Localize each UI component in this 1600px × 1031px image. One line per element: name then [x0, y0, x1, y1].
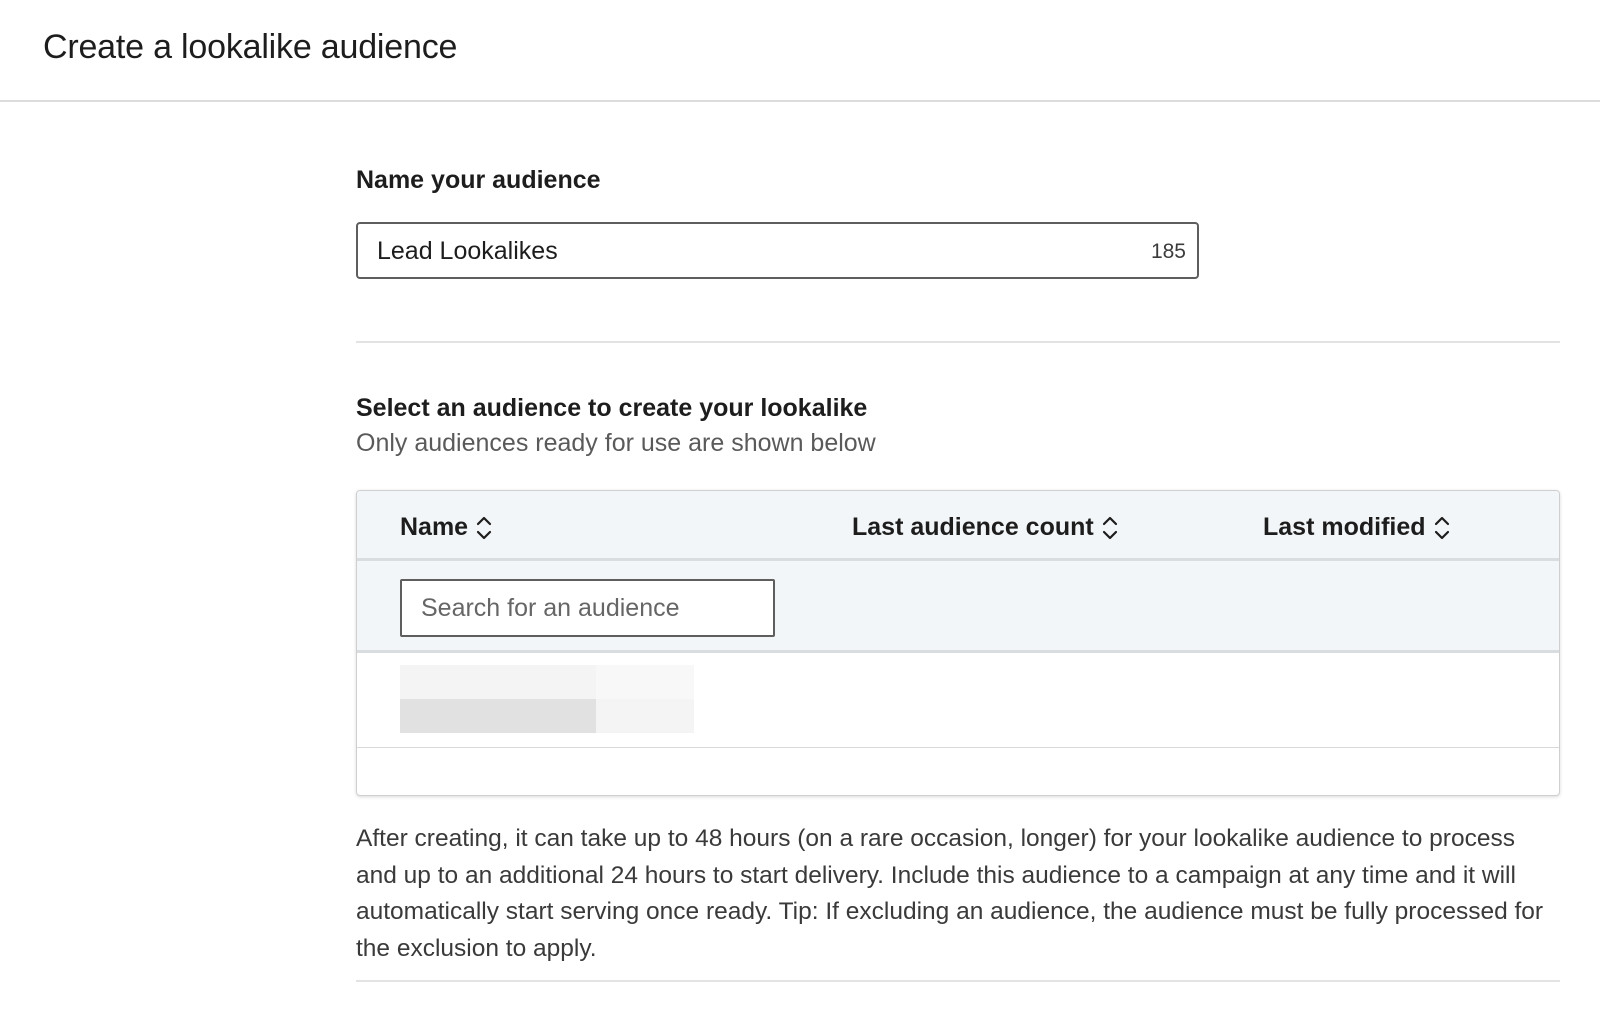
column-header-label: Name [400, 513, 469, 541]
character-counter: 185 [1150, 240, 1186, 263]
audience-search-input[interactable] [400, 579, 775, 637]
column-header-label: Last audience count [852, 513, 1094, 541]
audience-name-value[interactable]: Lead Lookalikes [377, 237, 558, 266]
page-header: Create a lookalike audience [0, 0, 1600, 102]
page-title: Create a lookalike audience [43, 28, 458, 66]
column-header-last-modified[interactable]: Last modified [1263, 513, 1450, 542]
bottom-divider [356, 980, 1560, 982]
loading-placeholder [400, 665, 596, 699]
table-header: Name Last audience count Last modified [357, 491, 1559, 561]
sort-chevrons-icon[interactable] [476, 514, 492, 542]
table-filter-row [357, 561, 1559, 653]
sort-chevrons-icon[interactable] [1434, 514, 1450, 542]
column-header-name[interactable]: Name [400, 513, 492, 542]
loading-placeholder [596, 665, 694, 699]
section-divider [356, 341, 1560, 343]
processing-note: After creating, it can take up to 48 hou… [356, 825, 1544, 962]
select-audience-subtitle: Only audiences ready for use are shown b… [356, 429, 876, 457]
sort-chevrons-icon[interactable] [1102, 514, 1118, 542]
loading-placeholder [400, 699, 596, 733]
column-header-label: Last modified [1263, 513, 1426, 541]
select-audience-title: Select an audience to create your lookal… [356, 394, 868, 422]
audience-table: Name Last audience count Last modified [356, 490, 1560, 796]
loading-placeholder [596, 699, 694, 733]
name-audience-label: Name your audience [356, 166, 601, 194]
column-header-last-audience-count[interactable]: Last audience count [852, 513, 1118, 542]
audience-name-field[interactable]: Lead Lookalikes 185 [356, 222, 1199, 279]
table-row-loading [357, 653, 1559, 748]
